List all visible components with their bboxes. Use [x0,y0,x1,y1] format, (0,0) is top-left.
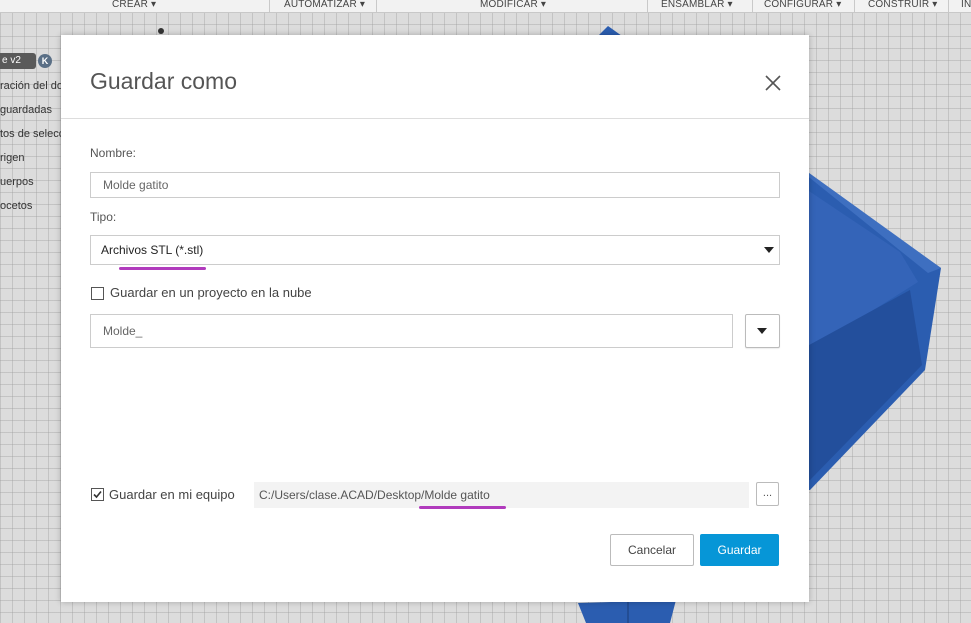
toolbar-divider [854,0,855,12]
menu-construir[interactable]: CONSTRUIR ▾ [868,0,937,10]
panel-handle-icon[interactable] [158,28,164,34]
save-path-field[interactable]: C:/Users/clase.ACAD/Desktop/Molde gatito [254,482,749,508]
local-save-checkbox[interactable] [91,488,104,501]
3d-model-viewport [800,170,941,490]
local-save-label: Guardar en mi equipo [109,487,235,502]
highlight-underline [419,506,506,509]
save-as-dialog: Guardar como Nombre: Tipo: Archivos STL … [61,35,809,602]
cloud-project-checkbox[interactable] [91,287,104,300]
name-input[interactable] [90,172,780,198]
menu-configurar[interactable]: CONFIGURAR ▾ [764,0,841,10]
browser-item-cuerpos[interactable]: uerpos [0,176,34,188]
chevron-down-icon [757,328,767,334]
dialog-title: Guardar como [90,68,238,94]
save-path-value: C:/Users/clase.ACAD/Desktop/Molde gatito [259,488,490,502]
cloud-project-label: Guardar en un proyecto en la nube [110,285,312,300]
document-tab[interactable]: e v2 [0,53,36,69]
browser-item-conjuntos-seleccion[interactable]: tos de selecc [0,128,64,140]
menu-inspeccionar[interactable]: IN [961,0,971,10]
file-type-select[interactable]: Archivos STL (*.stl) [90,235,780,265]
menu-automatizar[interactable]: AUTOMATIZAR ▾ [284,0,365,10]
browse-button[interactable]: ... [756,482,779,506]
file-type-value: Archivos STL (*.stl) [101,243,204,257]
menu-modificar[interactable]: MODIFICAR ▾ [480,0,546,10]
close-icon[interactable] [761,71,785,95]
name-label: Nombre: [90,146,137,160]
toolbar-divider [376,0,377,12]
top-toolbar: CREAR ▾ AUTOMATIZAR ▾ MODIFICAR ▾ ENSAMB… [0,0,971,13]
header-divider [61,118,809,119]
project-input[interactable] [90,314,733,348]
menu-ensamblar[interactable]: ENSAMBLAR ▾ [661,0,733,10]
highlight-underline [119,267,206,270]
browser-item-bocetos[interactable]: ocetos [0,200,32,212]
project-dropdown-button[interactable] [745,314,780,348]
browser-item-origen[interactable]: rigen [0,152,24,164]
component-k-icon: K [38,54,52,68]
type-label: Tipo: [90,210,117,224]
cancel-button[interactable]: Cancelar [610,534,694,566]
save-button[interactable]: Guardar [700,534,779,566]
toolbar-divider [752,0,753,12]
toolbar-divider [647,0,648,12]
browser-item-configuracion[interactable]: ración del do [0,80,63,92]
model-bottom-edge [578,600,676,623]
chevron-down-icon [764,247,774,253]
toolbar-divider [948,0,949,12]
menu-crear[interactable]: CREAR ▾ [112,0,156,10]
toolbar-divider [269,0,270,12]
browser-item-guardadas[interactable]: guardadas [0,104,52,116]
check-icon [93,490,102,499]
